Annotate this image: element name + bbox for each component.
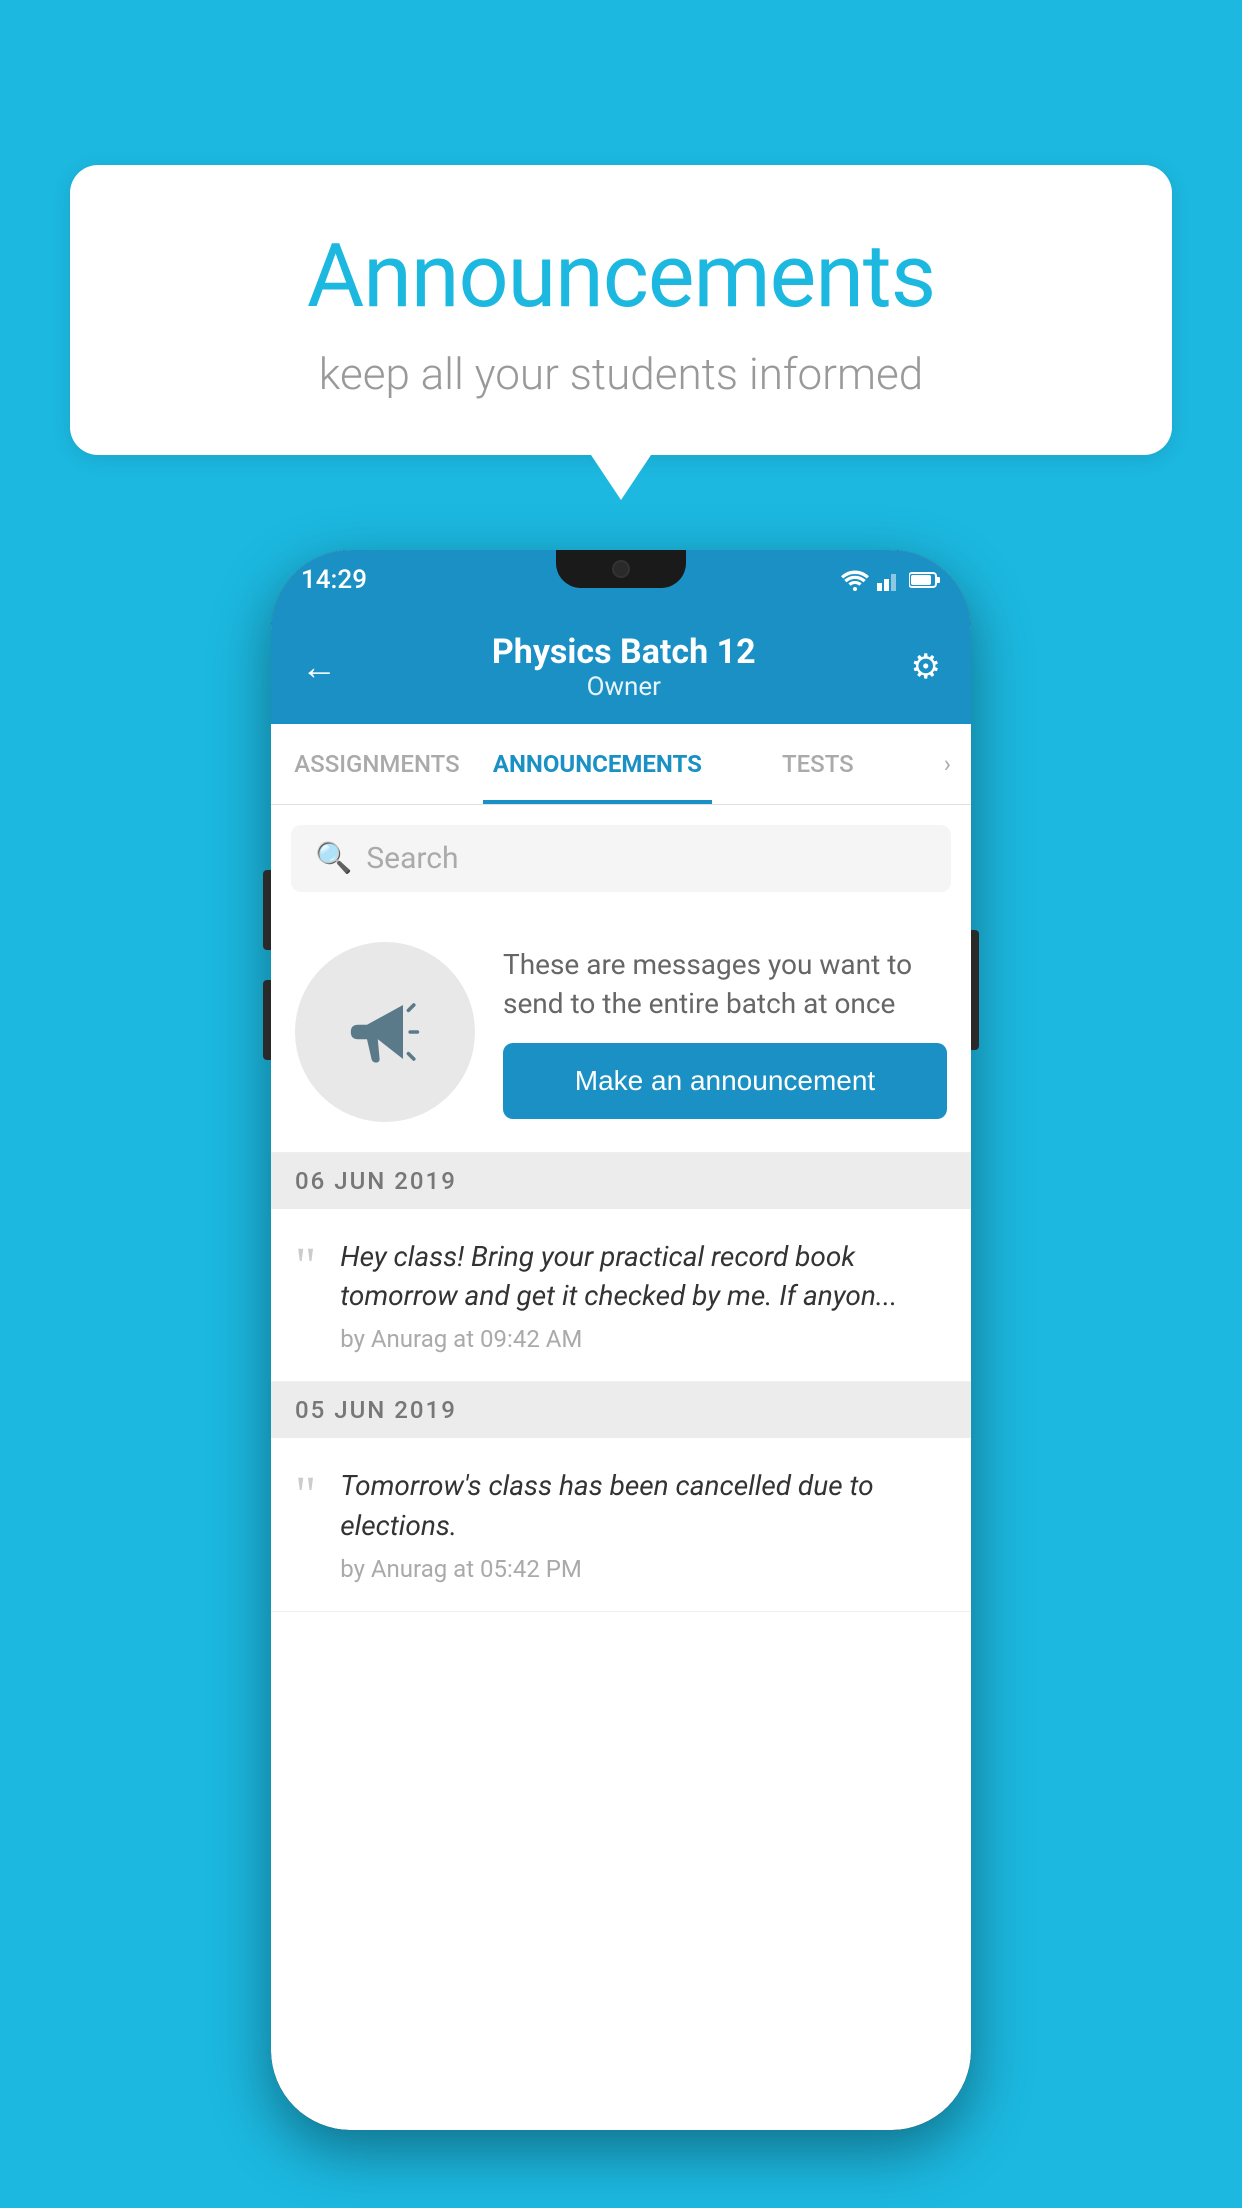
- phone-screen: 14:29: [271, 550, 971, 2130]
- bubble-title: Announcements: [150, 225, 1092, 328]
- make-announcement-button[interactable]: Make an announcement: [503, 1043, 947, 1119]
- announcement-text-2: Tomorrow's class has been cancelled due …: [340, 1466, 947, 1544]
- header-center: Physics Batch 12 Owner: [337, 632, 911, 702]
- phone-outer: 14:29: [271, 550, 971, 2130]
- header-subtitle: Owner: [337, 672, 911, 702]
- announcement-text-1: Hey class! Bring your practical record b…: [340, 1237, 947, 1315]
- megaphone-icon: [340, 987, 430, 1077]
- status-time: 14:29: [301, 565, 367, 595]
- tab-announcements[interactable]: ANNOUNCEMENTS: [483, 724, 712, 804]
- quote-icon-2: ": [295, 1470, 316, 1522]
- cta-right: These are messages you want to send to t…: [503, 945, 947, 1119]
- back-button[interactable]: ←: [301, 646, 337, 688]
- date-separator-2: 05 JUN 2019: [271, 1382, 971, 1438]
- battery-icon: [909, 571, 941, 589]
- signal-icon: [877, 569, 901, 591]
- search-placeholder: Search: [366, 841, 458, 876]
- cta-description: These are messages you want to send to t…: [503, 945, 947, 1023]
- announcement-item-2[interactable]: " Tomorrow's class has been cancelled du…: [271, 1438, 971, 1611]
- phone-volume-up-button: [263, 870, 271, 950]
- tab-assignments[interactable]: ASSIGNMENTS: [271, 724, 483, 804]
- tab-more-icon[interactable]: ›: [924, 724, 971, 804]
- search-bar[interactable]: 🔍 Search: [291, 825, 951, 892]
- notch-camera: [612, 560, 630, 578]
- announcement-meta-1: by Anurag at 09:42 AM: [340, 1325, 947, 1353]
- announcement-item-1[interactable]: " Hey class! Bring your practical record…: [271, 1209, 971, 1382]
- quote-icon-1: ": [295, 1241, 316, 1293]
- speech-bubble-tail: [591, 455, 651, 500]
- announcement-meta-2: by Anurag at 05:42 PM: [340, 1555, 947, 1583]
- tabs-bar: ASSIGNMENTS ANNOUNCEMENTS TESTS ›: [271, 724, 971, 805]
- phone-volume-down-button: [263, 980, 271, 1060]
- announcement-cta-section: These are messages you want to send to t…: [271, 912, 971, 1153]
- status-bar: 14:29: [271, 550, 971, 610]
- app-header: ← Physics Batch 12 Owner ⚙: [271, 610, 971, 724]
- wifi-icon: [841, 569, 869, 591]
- date-separator-1: 06 JUN 2019: [271, 1153, 971, 1209]
- phone-power-button: [971, 930, 979, 1050]
- content-area: 🔍 Search These are messages yo: [271, 805, 971, 2130]
- phone-mockup: 14:29: [271, 550, 971, 2130]
- speech-bubble-card: Announcements keep all your students inf…: [70, 165, 1172, 455]
- speech-bubble-section: Announcements keep all your students inf…: [70, 165, 1172, 500]
- megaphone-circle: [295, 942, 475, 1122]
- notch: [556, 550, 686, 588]
- status-icons: [841, 569, 941, 591]
- tab-tests[interactable]: TESTS: [712, 724, 924, 804]
- bubble-subtitle: keep all your students informed: [150, 348, 1092, 400]
- search-icon: 🔍: [315, 841, 352, 876]
- settings-icon[interactable]: ⚙: [911, 647, 941, 687]
- announcement-content-2: Tomorrow's class has been cancelled due …: [340, 1466, 947, 1582]
- announcement-content-1: Hey class! Bring your practical record b…: [340, 1237, 947, 1353]
- header-title: Physics Batch 12: [337, 632, 911, 672]
